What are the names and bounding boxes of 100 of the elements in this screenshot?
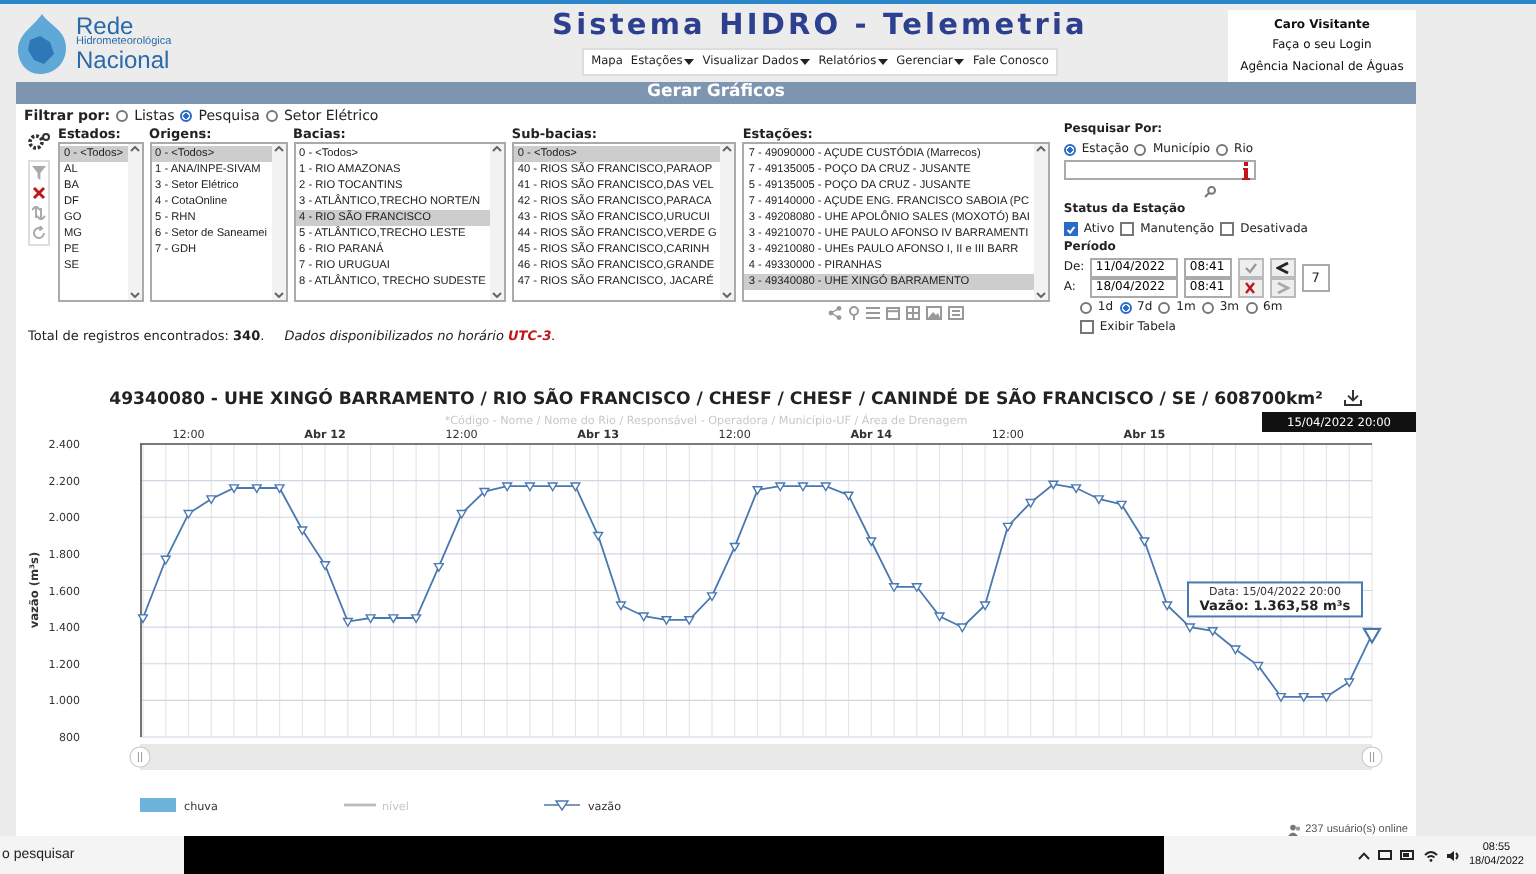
filter-icon[interactable]	[31, 166, 45, 180]
list-icon[interactable]	[866, 306, 881, 320]
data-point[interactable]	[478, 487, 490, 498]
data-point[interactable]	[205, 495, 217, 505]
data-point[interactable]	[273, 484, 286, 494]
legend-line[interactable]	[543, 800, 581, 812]
data-point[interactable]	[774, 482, 786, 492]
list-box[interactable]	[742, 142, 1050, 302]
data-point[interactable]	[683, 616, 695, 626]
data-point[interactable]	[1207, 627, 1219, 637]
radio-button[interactable]	[1079, 301, 1092, 313]
data-point[interactable]	[1116, 500, 1128, 511]
data-point[interactable]	[1362, 627, 1382, 645]
data-point[interactable]	[319, 561, 331, 571]
data-point[interactable]	[706, 592, 718, 602]
radio-button[interactable]	[116, 109, 129, 121]
data-point[interactable]	[296, 526, 308, 536]
data-point[interactable]	[364, 614, 377, 624]
radio-button[interactable]	[1119, 301, 1132, 313]
data-point[interactable]	[160, 555, 172, 566]
wifi-icon[interactable]	[1424, 849, 1439, 861]
navigator-handle[interactable]	[1361, 746, 1383, 768]
data-point[interactable]	[1184, 623, 1196, 633]
data-point[interactable]	[1070, 484, 1082, 494]
radio-button[interactable]	[265, 109, 278, 121]
previous-button[interactable]	[1269, 257, 1296, 277]
speaker-icon[interactable]	[1446, 849, 1461, 861]
radio-button[interactable]	[1201, 301, 1214, 313]
close-icon[interactable]	[31, 186, 45, 200]
data-point[interactable]	[615, 601, 627, 611]
data-point[interactable]	[1298, 692, 1310, 703]
data-point[interactable]	[1093, 495, 1105, 505]
radio-button[interactable]	[1245, 301, 1257, 313]
data-point[interactable]	[182, 509, 195, 520]
sort-icon[interactable]	[31, 206, 45, 220]
data-point[interactable]	[592, 531, 604, 542]
data-point[interactable]	[1343, 678, 1355, 688]
image-icon[interactable]	[926, 306, 943, 320]
data-point[interactable]	[1002, 522, 1014, 533]
data-point[interactable]	[911, 583, 923, 593]
scrollbar[interactable]	[1033, 144, 1048, 300]
search-icon[interactable]	[1203, 185, 1216, 197]
list-box[interactable]	[511, 142, 737, 302]
data-point[interactable]	[1138, 537, 1151, 547]
data-point[interactable]	[865, 537, 877, 547]
data-point[interactable]	[751, 486, 764, 496]
data-point[interactable]	[1252, 661, 1264, 672]
data-point[interactable]	[433, 562, 445, 573]
data-point[interactable]	[1161, 601, 1173, 611]
data-point[interactable]	[820, 482, 832, 492]
radio-button[interactable]	[1063, 143, 1076, 155]
data-point[interactable]	[888, 583, 900, 593]
calendar-icon[interactable]	[886, 306, 901, 320]
scrollbar[interactable]	[127, 144, 142, 300]
data-point[interactable]	[456, 509, 468, 520]
data-point[interactable]	[842, 491, 855, 502]
clear-button[interactable]	[1237, 277, 1264, 297]
data-point[interactable]	[1229, 645, 1242, 655]
monitor-icon[interactable]	[1378, 849, 1393, 861]
radio-button[interactable]	[1134, 143, 1147, 155]
data-point[interactable]	[956, 623, 968, 633]
data-point[interactable]	[638, 612, 650, 622]
data-point[interactable]	[797, 482, 809, 492]
radio-button[interactable]	[180, 109, 193, 121]
checkbox[interactable]	[1220, 222, 1235, 236]
checkbox[interactable]	[1063, 222, 1078, 236]
data-point[interactable]	[524, 482, 536, 492]
data-point[interactable]	[547, 482, 559, 492]
pin-icon[interactable]	[848, 306, 861, 320]
legend-swatch[interactable]	[140, 798, 176, 812]
scrollbar[interactable]	[489, 144, 504, 300]
data-point[interactable]	[501, 482, 513, 492]
data-point[interactable]	[137, 614, 149, 624]
search-field[interactable]	[1063, 160, 1256, 180]
checkbox[interactable]	[1079, 320, 1094, 334]
data-point[interactable]	[228, 484, 240, 494]
scrollbar[interactable]	[720, 144, 735, 300]
data-point[interactable]	[1320, 692, 1333, 703]
data-point[interactable]	[1025, 498, 1037, 509]
refresh-icon[interactable]	[31, 226, 45, 240]
data-point[interactable]	[251, 484, 263, 494]
settings-icon[interactable]	[27, 132, 49, 152]
download-icon[interactable]	[1345, 390, 1361, 405]
chevron-up-icon[interactable]	[1358, 851, 1371, 859]
data-point[interactable]	[342, 617, 354, 628]
checkbox[interactable]	[1120, 222, 1135, 236]
radio-button[interactable]	[1158, 301, 1171, 313]
data-point[interactable]	[933, 612, 946, 622]
data-point[interactable]	[1047, 480, 1059, 491]
navigator-handle[interactable]	[129, 746, 151, 768]
data-point[interactable]	[387, 614, 399, 624]
data-point[interactable]	[660, 616, 673, 626]
data-point[interactable]	[569, 482, 582, 492]
data-point[interactable]	[1275, 692, 1287, 703]
data-point[interactable]	[410, 614, 422, 624]
table-icon[interactable]	[906, 306, 921, 320]
scrollbar[interactable]	[271, 144, 286, 300]
radio-button[interactable]	[1216, 143, 1229, 155]
data-point[interactable]	[979, 601, 991, 611]
battery-icon[interactable]	[1400, 850, 1417, 860]
